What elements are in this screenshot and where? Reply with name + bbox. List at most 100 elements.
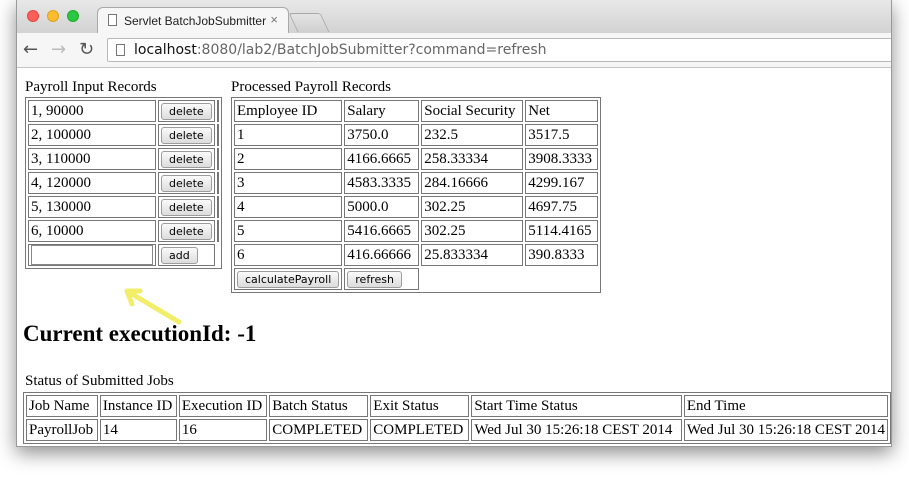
table-cell: 5000.0 [344, 196, 420, 218]
column-header: Batch Status [269, 395, 369, 417]
scrollbar-track[interactable] [216, 220, 219, 242]
page-icon [108, 14, 117, 26]
browser-window: Servlet BatchJobSubmitter × ← → ↻ localh… [16, 0, 892, 447]
delete-button[interactable]: delete [161, 222, 212, 240]
table-cell: 6 [234, 244, 343, 266]
table-cell: 416.66666 [344, 244, 420, 266]
page-icon [116, 44, 125, 56]
table-cell: 3750.0 [344, 124, 420, 146]
delete-button[interactable]: delete [161, 198, 212, 216]
table-cell: 4166.6665 [344, 148, 420, 170]
table-cell: Wed Jul 30 15:26:18 CEST 2014 [683, 419, 888, 441]
table-cell: 3517.5 [525, 124, 599, 146]
url-host: localhost [134, 42, 197, 58]
input-records-title: Payroll Input Records [25, 79, 157, 95]
url-path: :8080/lab2/BatchJobSubmitter?command=ref… [196, 42, 547, 58]
reload-icon[interactable]: ↻ [79, 39, 94, 60]
table-cell: 302.25 [421, 220, 524, 242]
table-cell: 5 [234, 220, 343, 242]
table-row: 2, 100000 delete [28, 124, 219, 146]
scrollbar-track[interactable] [216, 148, 219, 170]
jobs-title: Status of Submitted Jobs [25, 373, 174, 389]
record-value: 1, 90000 [28, 100, 156, 122]
table-cell: 4583.3335 [344, 172, 420, 194]
minimize-window-button[interactable] [47, 10, 59, 22]
url-text: localhost:8080/lab2/BatchJobSubmitter?co… [134, 42, 547, 58]
table-cell: PayrollJob [26, 419, 98, 441]
column-header: Net [525, 100, 599, 122]
add-button[interactable]: add [161, 246, 198, 264]
processed-records-table: Employee ID Salary Social Security Net 1 3750… [231, 97, 602, 293]
add-action-cell: add [158, 244, 215, 266]
record-value: 2, 100000 [28, 124, 156, 146]
table-cell: 302.25 [421, 196, 524, 218]
column-header: Execution ID [178, 395, 268, 417]
input-records-table: 1, 90000 delete 2, 100000 delete 3, 110000 de… [25, 97, 222, 269]
record-action-cell: delete [158, 124, 215, 146]
table-cell: 390.8333 [525, 244, 599, 266]
column-header: Instance ID [99, 395, 177, 417]
column-header: Salary [344, 100, 420, 122]
close-window-button[interactable] [27, 10, 39, 22]
calculate-cell: calculatePayroll [234, 268, 343, 290]
record-action-cell: delete [158, 172, 215, 194]
table-cell: COMPLETED [269, 419, 369, 441]
scrollbar-track[interactable] [216, 196, 219, 218]
table-cell: 232.5 [421, 124, 524, 146]
new-tab-button[interactable] [288, 13, 330, 32]
add-row: add [28, 244, 219, 266]
browser-toolbar: ← → ↻ localhost:8080/lab2/BatchJobSubmit… [17, 33, 891, 68]
table-cell: 4299.167 [525, 172, 599, 194]
scrollbar-track[interactable] [216, 172, 219, 194]
record-value: 3, 110000 [28, 148, 156, 170]
table-header-row: Job Name Instance ID Execution ID Batch Sta… [26, 395, 888, 417]
table-cell: Wed Jul 30 15:26:18 CEST 2014 [471, 419, 682, 441]
delete-button[interactable]: delete [161, 102, 212, 120]
delete-button[interactable]: delete [161, 174, 212, 192]
table-row: 5, 130000 delete [28, 196, 219, 218]
record-value: 6, 10000 [28, 220, 156, 242]
back-arrow-icon[interactable]: ← [23, 39, 38, 60]
new-record-input[interactable] [31, 245, 153, 265]
annotation-arrow-icon [124, 288, 182, 325]
table-cell: COMPLETED [370, 419, 470, 441]
table-row: PayrollJob 14 16 COMPLETED COMPLETED Wed Jul … [26, 419, 888, 441]
column-header: Social Security [421, 100, 524, 122]
table-cell: 3 [234, 172, 343, 194]
table-cell: 4697.75 [525, 196, 599, 218]
tab-close-icon[interactable]: × [270, 12, 278, 27]
column-header: Start Time Status [471, 395, 682, 417]
table-cell: 16 [178, 419, 268, 441]
table-cell: 5416.6665 [344, 220, 420, 242]
maximize-window-button[interactable] [67, 10, 79, 22]
address-bar[interactable]: localhost:8080/lab2/BatchJobSubmitter?co… [107, 38, 891, 62]
forward-arrow-icon[interactable]: → [51, 39, 66, 60]
browser-tab[interactable]: Servlet BatchJobSubmitter × [97, 7, 289, 34]
table-row: 5 5416.6665 302.25 5114.4165 [234, 220, 599, 242]
table-row: 4, 120000 delete [28, 172, 219, 194]
table-cell: 1 [234, 124, 343, 146]
table-cell: 258.33334 [421, 148, 524, 170]
table-cell: 284.16666 [421, 172, 524, 194]
title-bar: Servlet BatchJobSubmitter × [17, 0, 891, 34]
tab-title: Servlet BatchJobSubmitter [124, 14, 267, 28]
table-row: 3 4583.3335 284.16666 4299.167 [234, 172, 599, 194]
jobs-table: Job Name Instance ID Execution ID Batch Sta… [23, 392, 891, 444]
column-header: Employee ID [234, 100, 343, 122]
scrollbar-track[interactable] [216, 124, 219, 146]
record-action-cell: delete [158, 148, 215, 170]
actions-row: calculatePayroll refresh [234, 268, 598, 290]
table-cell: 25.833334 [421, 244, 524, 266]
table-cell: 3908.3333 [525, 148, 599, 170]
table-row: 6 416.66666 25.833334 390.8333 [234, 244, 599, 266]
scrollbar-track[interactable] [216, 100, 219, 122]
table-row: 1 3750.0 232.5 3517.5 [234, 124, 599, 146]
delete-button[interactable]: delete [161, 126, 212, 144]
refresh-button[interactable]: refresh [347, 270, 402, 288]
table-cell: 4 [234, 196, 343, 218]
table-row: 4 5000.0 302.25 4697.75 [234, 196, 599, 218]
record-action-cell: delete [158, 196, 215, 218]
delete-button[interactable]: delete [161, 150, 212, 168]
calculate-payroll-button[interactable]: calculatePayroll [237, 270, 340, 288]
column-header: End Time [683, 395, 888, 417]
